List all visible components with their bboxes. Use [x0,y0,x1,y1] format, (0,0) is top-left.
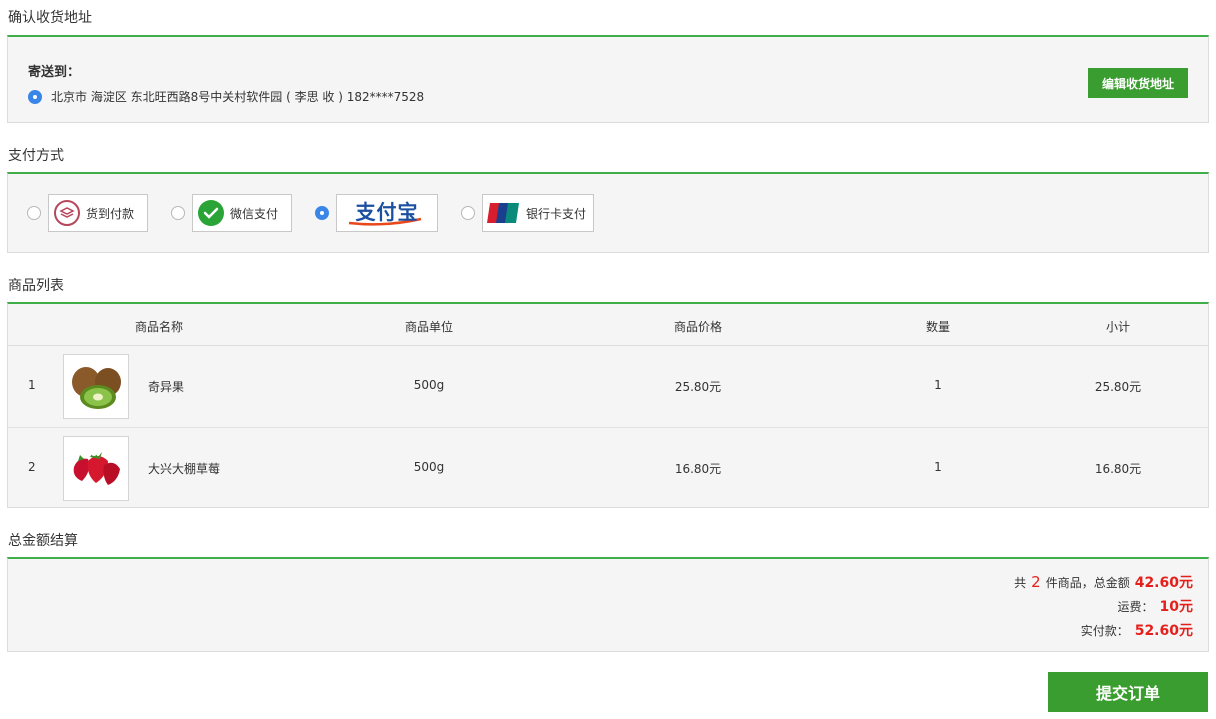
address-radio[interactable] [28,89,42,104]
send-to-label: 寄送到： [28,65,81,80]
row-index: 2 [28,460,36,474]
goods-table-header: 商品名称 商品单位 商品价格 数量 小计 [8,304,1208,346]
shipping-line: 运费： 10元 [1118,596,1194,616]
shipping-amount: 10元 [1159,599,1193,615]
pay-label: 实付款： [1080,624,1129,638]
pay-line: 实付款： 52.60元 [1081,620,1193,640]
address-text: 北京市 海淀区 东北旺西路8号中关村软件园 ( 李思 收 ) 182****75… [51,90,425,104]
totals-panel: 共 2 件商品，总金额 42.60元 运费： 10元 实付款： 52.60元 [7,557,1209,652]
product-unit: 500g [413,378,445,392]
payment-box-wechat[interactable]: 微信支付 [192,194,292,232]
address-section-title: 确认收货地址 [8,10,92,26]
product-price: 25.80元 [674,380,722,394]
payment-box-cod[interactable]: 货到付款 [48,194,148,232]
payment-option-alipay[interactable]: 支付宝 [315,194,438,232]
column-header-name: 商品名称 [134,320,184,334]
table-row: 2 大兴大棚草莓 500g 16.80元 1 16.80元 [8,427,1208,508]
total-summary-line: 共 2 件商品，总金额 42.60元 [1014,572,1193,592]
column-header-unit: 商品单位 [404,320,454,334]
payment-option-unionpay[interactable]: 银行卡支付 [461,194,594,232]
pay-amount: 52.60元 [1134,623,1193,639]
column-header-price: 商品价格 [673,320,723,334]
address-option[interactable]: 北京市 海淀区 东北旺西路8号中关村软件园 ( 李思 收 ) 182****75… [28,88,424,105]
submit-order-button[interactable]: 提交订单 [1048,672,1208,712]
table-row: 1 奇异果 500g 25.80元 1 25.80元 [8,346,1208,427]
product-subtotal: 25.80元 [1094,380,1142,394]
product-name[interactable]: 大兴大棚草莓 [148,460,220,477]
goods-table: 商品名称 商品单位 商品价格 数量 小计 1 奇异果 500g 25.80元 1… [7,302,1209,508]
address-panel: 寄送到： 北京市 海淀区 东北旺西路8号中关村软件园 ( 李思 收 ) 182*… [7,35,1209,123]
product-subtotal: 16.80元 [1094,462,1142,476]
payment-label-unionpay: 银行卡支付 [526,206,587,221]
totals-section-title: 总金额结算 [8,533,78,549]
payment-label-wechat: 微信支付 [230,206,279,221]
payment-box-alipay[interactable]: 支付宝 [336,194,438,232]
payment-section-title: 支付方式 [8,148,64,164]
payment-label-cod: 货到付款 [86,206,135,221]
payment-radio-alipay[interactable] [315,206,329,220]
payment-option-cod[interactable]: 货到付款 [27,194,148,232]
product-price: 16.80元 [674,462,722,476]
payment-radio-wechat[interactable] [171,206,185,220]
column-header-subtotal: 小计 [1105,320,1131,334]
payment-box-unionpay[interactable]: 银行卡支付 [482,194,594,232]
total-amount: 42.60元 [1134,575,1193,591]
unionpay-icon [487,203,519,223]
wechat-icon [198,200,224,226]
kiwi-image[interactable] [63,354,129,419]
edit-address-button[interactable]: 编辑收货地址 [1088,68,1188,98]
item-count: 2 [1031,573,1041,591]
product-qty: 1 [934,460,942,474]
payment-radio-unionpay[interactable] [461,206,475,220]
product-name[interactable]: 奇异果 [148,378,184,395]
shipping-label: 运费： [1117,600,1154,614]
product-qty: 1 [934,378,942,392]
payment-panel: 货到付款 微信支付 支付宝 银行卡支付 [7,172,1209,253]
goods-section-title: 商品列表 [8,278,64,294]
count-suffix: 件商品，总金额 [1045,576,1130,590]
count-prefix: 共 [1014,576,1027,590]
column-header-qty: 数量 [925,320,951,334]
payment-radio-cod[interactable] [27,206,41,220]
cash-on-delivery-icon [54,200,80,226]
payment-option-wechat[interactable]: 微信支付 [171,194,292,232]
strawberry-image[interactable] [63,436,129,501]
product-unit: 500g [413,460,445,474]
row-index: 1 [28,378,36,392]
alipay-logo-text: 支付宝 [355,199,419,224]
